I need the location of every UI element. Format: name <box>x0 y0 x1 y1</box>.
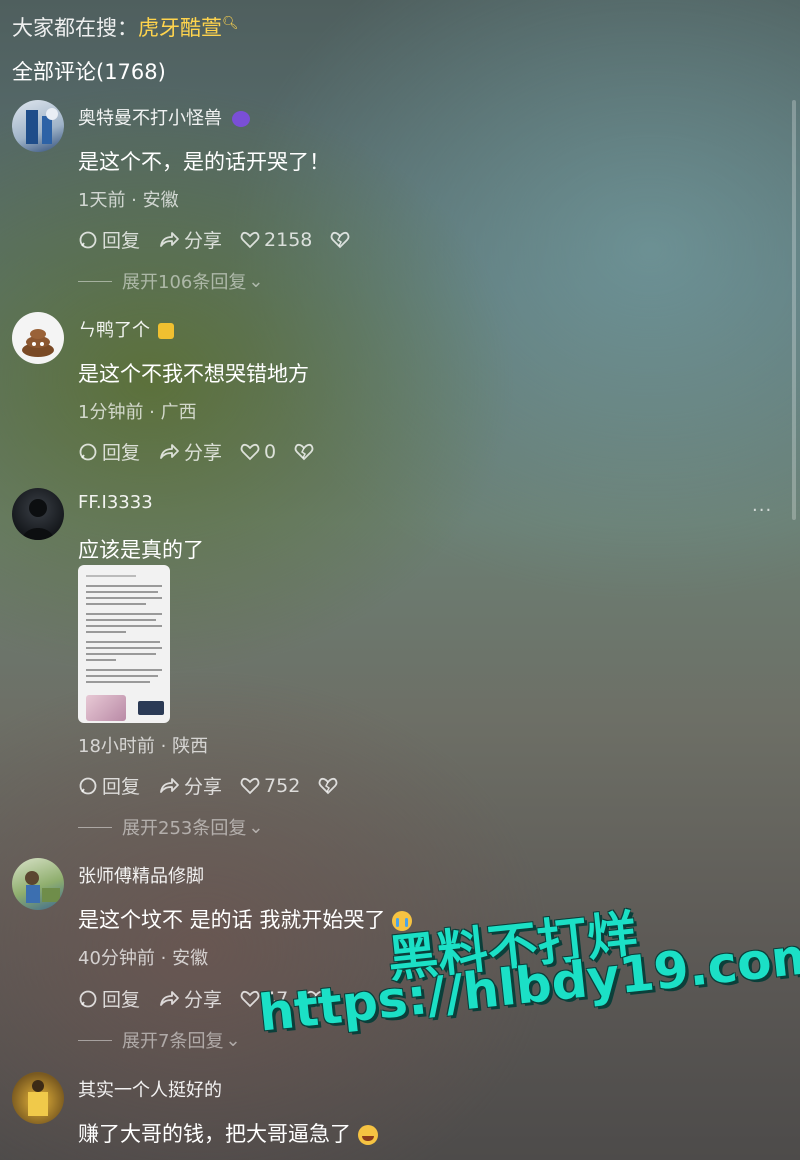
reply-icon <box>79 990 97 1007</box>
avatar-image <box>25 871 60 903</box>
leg-emoji-icon <box>157 323 174 339</box>
comment-meta: 1天前 · 安徽 <box>78 190 179 211</box>
dislike-button[interactable] <box>330 230 354 250</box>
search-icon: 🔍︎ <box>222 16 239 31</box>
reply-button[interactable]: 回复 <box>78 772 140 799</box>
share-button[interactable]: 分享 <box>158 438 222 465</box>
avatar[interactable] <box>12 312 64 364</box>
chevron-down-icon: ⌄ <box>248 816 264 838</box>
scrollbar[interactable] <box>792 100 796 520</box>
avatar[interactable] <box>12 858 64 910</box>
heart-icon <box>240 443 260 460</box>
share-icon <box>160 990 179 1006</box>
expand-replies[interactable]: 展开106条回复 ⌄ <box>78 268 263 294</box>
heart-icon <box>240 231 260 248</box>
laughing-face-icon <box>357 1125 378 1145</box>
share-button[interactable]: 分享 <box>158 772 222 799</box>
avatar[interactable] <box>12 488 64 540</box>
broken-heart-icon <box>318 777 338 794</box>
share-icon <box>160 443 179 459</box>
reply-button[interactable]: 回复 <box>78 438 140 465</box>
hot-search-keyword[interactable]: 虎牙酷萱 <box>138 16 222 40</box>
like-button[interactable]: 0 <box>240 441 276 463</box>
comment-meta: 1分钟前 · 广西 <box>78 402 197 423</box>
avatar-image <box>22 499 54 540</box>
broken-heart-icon <box>294 443 314 460</box>
comments-title: 全部评论(1768) <box>12 60 166 84</box>
reply-icon <box>79 443 97 460</box>
comment-username[interactable]: 张师傅精品修脚 <box>78 862 204 888</box>
purple-badge-icon <box>231 111 250 127</box>
comment-text: 是这个坟不 是的话 我就开始哭了 <box>78 904 413 934</box>
reply-button[interactable]: 回复 <box>78 985 140 1012</box>
divider <box>78 826 112 828</box>
dislike-button[interactable] <box>294 442 318 462</box>
comment-actions: 回复 分享 2158 <box>78 226 372 253</box>
poop-emoji-icon <box>22 329 54 357</box>
avatar[interactable] <box>12 1072 64 1124</box>
comment-text: 是这个不我不想哭错地方 <box>78 362 309 386</box>
comment-username[interactable]: FF.I3333 <box>78 492 153 513</box>
comment-text: 赚了大哥的钱，把大哥逼急了 <box>78 1118 378 1148</box>
share-button[interactable]: 分享 <box>158 985 222 1012</box>
comment-image[interactable] <box>78 565 170 723</box>
comment-username[interactable]: ㄣ鸭了个 <box>78 316 174 342</box>
comment-meta: 18小时前 · 陕西 <box>78 736 209 757</box>
chevron-down-icon: ⌄ <box>248 270 264 292</box>
chevron-down-icon: ⌄ <box>225 1029 241 1051</box>
more-options-icon[interactable]: ··· <box>752 500 772 521</box>
comment-username[interactable]: 奥特曼不打小怪兽 <box>78 104 250 130</box>
comment-actions: 回复 分享 0 <box>78 438 336 465</box>
comment-text: 是这个不，是的话开哭了！ <box>78 150 330 174</box>
divider <box>78 280 112 282</box>
reply-icon <box>79 777 97 794</box>
avatar[interactable] <box>12 100 64 152</box>
broken-heart-icon <box>331 231 350 248</box>
comment-meta: 40分钟前 · 安徽 <box>78 948 209 969</box>
hot-search-prefix: 大家都在搜： <box>12 16 138 40</box>
share-icon <box>160 231 179 247</box>
divider <box>78 1039 112 1041</box>
avatar-image <box>28 1080 48 1116</box>
expand-replies[interactable]: 展开253条回复 ⌄ <box>78 814 263 840</box>
reply-button[interactable]: 回复 <box>78 226 140 253</box>
share-icon <box>160 777 179 793</box>
dislike-button[interactable] <box>318 776 342 796</box>
hot-search-bar[interactable]: 大家都在搜：虎牙酷萱🔍︎ <box>12 12 239 42</box>
like-button[interactable]: 2158 <box>240 229 312 251</box>
share-button[interactable]: 分享 <box>158 226 222 253</box>
avatar-image <box>26 108 58 144</box>
reply-icon <box>79 231 97 248</box>
comment-text: 应该是真的了 <box>78 538 204 562</box>
comment-actions: 回复 分享 752 <box>78 772 360 799</box>
expand-replies[interactable]: 展开7条回复 ⌄ <box>78 1027 241 1053</box>
comment-username[interactable]: 其实一个人挺好的 <box>78 1076 222 1102</box>
like-button[interactable]: 752 <box>240 775 300 797</box>
heart-icon <box>240 777 260 794</box>
